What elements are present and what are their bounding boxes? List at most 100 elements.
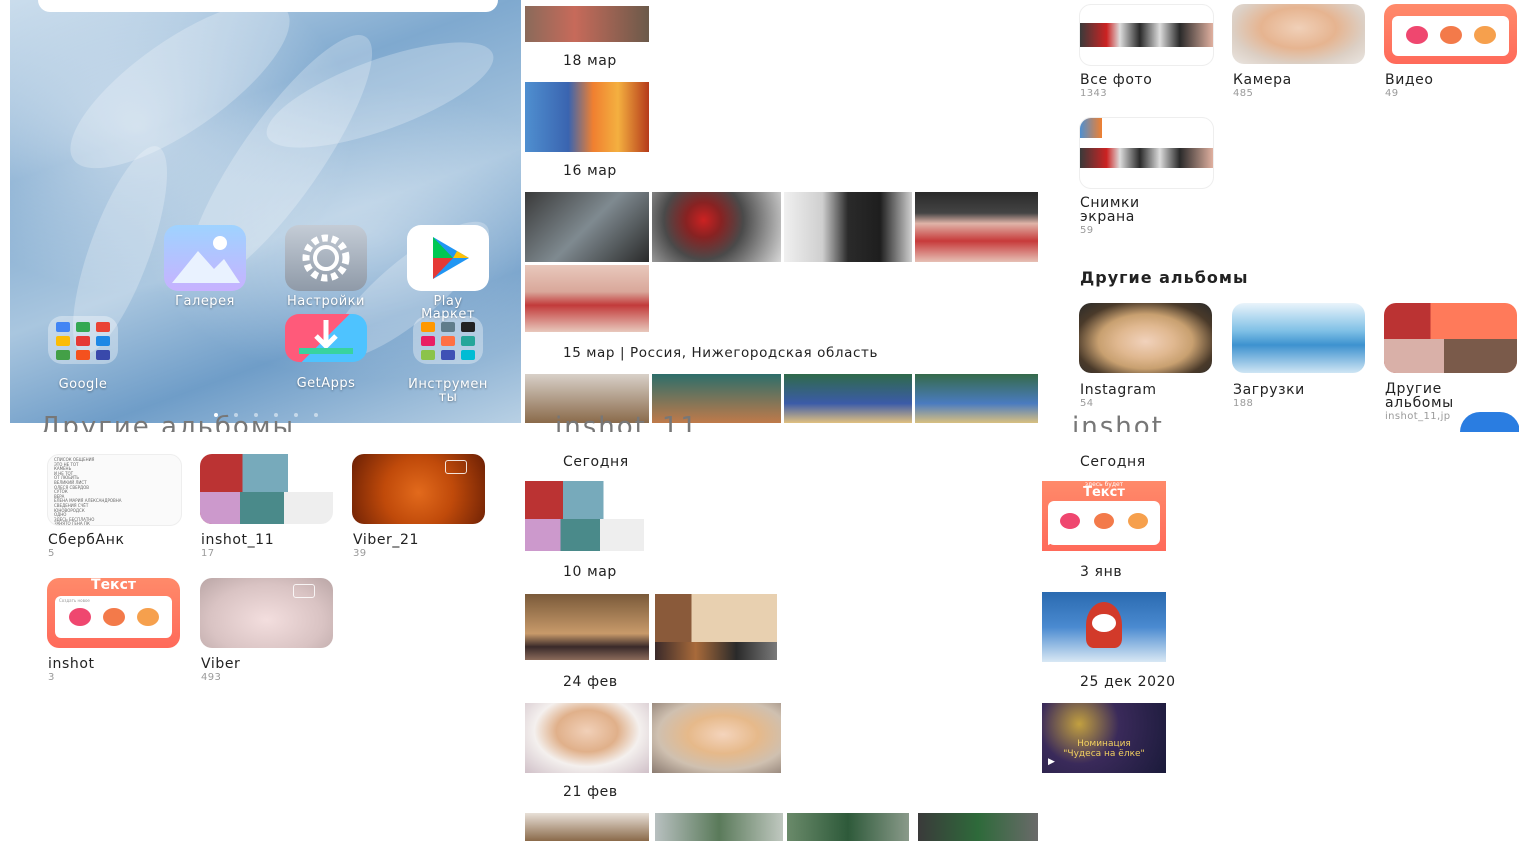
album-count: 485 [1233, 88, 1254, 99]
album-thumb-viber21[interactable] [352, 454, 485, 524]
hidden-album-icon [445, 460, 467, 474]
photo-thumb[interactable] [525, 192, 649, 262]
app-label: GetApps [296, 376, 356, 391]
photo-thumb[interactable] [1042, 592, 1166, 662]
album-thumb-downloads[interactable] [1232, 303, 1365, 373]
photo-thumb[interactable] [525, 82, 649, 152]
album-thumb-instagram[interactable] [1079, 303, 1212, 373]
banner-title: Текст [91, 578, 136, 593]
album-count: 3 [48, 672, 55, 683]
date-header: 15 мар | Россия, Нижегородская область [563, 345, 879, 361]
album-thumb-all-photos[interactable] [1079, 4, 1214, 66]
photo-thumb[interactable] [655, 594, 777, 660]
video-thumb[interactable]: Номинация "Чудеса на ёлке" ▶ [1042, 703, 1166, 773]
settings-app[interactable]: Настройки [266, 225, 386, 308]
date-header: Сегодня [563, 454, 629, 470]
album-count: 54 [1080, 398, 1094, 409]
album-name: Viber_21 [353, 532, 420, 548]
play-market-icon [407, 225, 489, 291]
album-thumb-viber[interactable] [200, 578, 333, 648]
card-caption: Создать новое [59, 598, 90, 603]
album-name: inshot_11 [201, 532, 275, 548]
album-name: inshot [48, 656, 95, 672]
photo-thumb[interactable] [652, 703, 781, 773]
photo-thumb[interactable] [915, 374, 1038, 423]
play-icon: ▶ [1048, 757, 1055, 767]
home-screen: Галерея Настройки Play Маркет Google Get… [10, 0, 521, 423]
album-count: 188 [1233, 398, 1254, 409]
photo-thumb[interactable] [784, 192, 912, 262]
date-header: 3 янв [1080, 564, 1123, 580]
album-thumb-sberbank[interactable]: СПИСОК ОБЩЕНИЯ ЭТО НЕ ТОТ КАМЕНЬ И НЕ ТОТ ОТ… [47, 454, 182, 526]
album-name: Снимки экрана [1080, 195, 1140, 225]
video-thumb[interactable]: здесь будет Текст ▶ 1:13 [1042, 481, 1166, 551]
hidden-album-icon [293, 584, 315, 598]
photo-thumb[interactable] [918, 813, 1038, 841]
date-header: 16 мар [563, 163, 617, 179]
album-thumb-inshot[interactable]: Текст Создать новое [47, 578, 180, 648]
album-thumb-screenshots[interactable] [1079, 117, 1214, 189]
tools-folder-icon [413, 316, 483, 364]
date-header: 25 дек 2020 [1080, 674, 1176, 690]
partial-heading: inshot_11 [555, 414, 699, 432]
tools-folder[interactable]: Инструмен ты [388, 316, 508, 404]
album-count: 17 [201, 548, 215, 559]
date-header: Сегодня [1080, 454, 1146, 470]
album-thumb-camera[interactable] [1232, 4, 1365, 64]
getapps-app[interactable]: GetApps [266, 314, 386, 390]
photo-thumb[interactable] [655, 813, 783, 841]
app-label: Инструмен ты [408, 377, 488, 405]
settings-gear-icon [285, 225, 367, 291]
photo-thumb[interactable] [784, 374, 912, 423]
google-folder[interactable]: Google [23, 316, 143, 391]
app-label: Галерея [175, 294, 235, 309]
play-market-app[interactable]: Play Маркет [388, 225, 508, 321]
photo-thumb[interactable] [525, 265, 649, 332]
partial-heading: Другие альбомы [40, 414, 295, 432]
photo-thumb[interactable] [652, 192, 781, 262]
search-bar-edge[interactable] [38, 0, 498, 12]
photo-thumb[interactable] [525, 813, 649, 841]
date-header: 21 фев [563, 784, 618, 800]
app-label: Настройки [287, 294, 365, 309]
album-count: 493 [201, 672, 222, 683]
album-name: Instagram [1080, 382, 1157, 398]
partial-heading: inshot [1072, 414, 1164, 432]
album-thumb-inshot11[interactable] [200, 454, 333, 524]
google-folder-icon [48, 316, 118, 364]
album-thumb-other-albums[interactable] [1384, 303, 1517, 373]
floating-action-button[interactable] [1460, 412, 1519, 432]
date-header: 24 фев [563, 674, 618, 690]
date-header: 10 мар [563, 564, 617, 580]
document-thumb-line: ЗАНЯТО ГЕНА ПК [54, 521, 90, 526]
photo-row [525, 813, 1038, 841]
card-preview: Создать новое [55, 596, 172, 638]
album-name: СбербАнк [48, 532, 125, 548]
photo-thumb[interactable] [525, 594, 649, 660]
nomination-text: Номинация "Чудеса на ёлке" [1063, 739, 1145, 759]
video-duration: ▶ 1:13 [1048, 537, 1079, 547]
album-count: 39 [353, 548, 367, 559]
photo-thumb[interactable] [787, 813, 909, 841]
photo-thumb[interactable] [525, 481, 644, 551]
gallery-app[interactable]: Галерея [145, 225, 265, 308]
gallery-icon [164, 225, 246, 291]
photo-thumb[interactable] [525, 6, 649, 42]
date-header: 18 мар [563, 53, 617, 69]
album-name: Видео [1385, 72, 1434, 88]
album-name: Все фото [1080, 72, 1153, 88]
album-name: Загрузки [1233, 382, 1305, 398]
album-count: 1343 [1080, 88, 1108, 99]
photo-thumb[interactable] [915, 192, 1038, 262]
photo-thumb[interactable] [525, 703, 649, 773]
album-count: 5 [48, 548, 55, 559]
album-name: Камера [1233, 72, 1292, 88]
getapps-icon [285, 314, 367, 362]
album-count: 59 [1080, 225, 1094, 236]
document-thumb: СПИСОК ОБЩЕНИЯ ЭТО НЕ ТОТ КАМЕНЬ И НЕ ТОТ ОТ… [48, 455, 181, 526]
play-icon: ▶ [1048, 537, 1055, 547]
album-count: inshot_11,jp [1385, 411, 1451, 422]
album-thumb-video[interactable] [1384, 4, 1517, 64]
album-name: Другие альбомы [1385, 381, 1454, 411]
section-title: Другие альбомы [1080, 268, 1249, 287]
